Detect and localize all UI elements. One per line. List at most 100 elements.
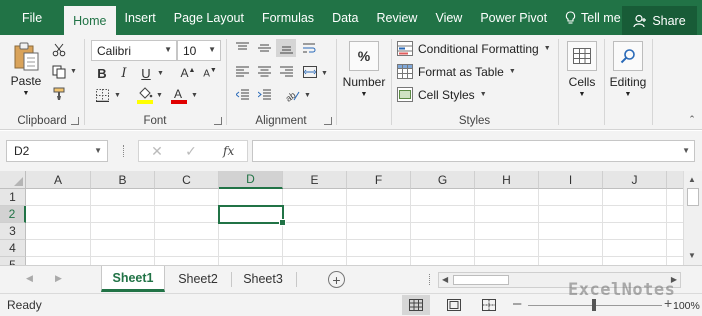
increase-font-button[interactable]: A▲ [179,65,197,81]
alignment-dialog-launcher-icon[interactable] [324,117,332,125]
horizontal-scrollbar[interactable]: ◀ ▶ [438,272,681,288]
tab-formulas[interactable]: Formulas [253,0,323,35]
decrease-indent-button[interactable] [234,88,250,102]
page-layout-view-button[interactable] [440,295,468,315]
sheet-tab-sheet3[interactable]: Sheet3 [232,266,294,292]
column-header-g[interactable]: G [411,171,475,189]
copy-button[interactable] [50,63,68,81]
clipboard-dialog-launcher-icon[interactable] [71,117,79,125]
column-header-i[interactable]: I [539,171,603,189]
select-all-button[interactable] [0,171,26,189]
worksheet-grid[interactable]: A B C D E F G H I J 1 2 3 4 5 [0,171,683,265]
tab-power-pivot[interactable]: Power Pivot [471,0,556,35]
expand-formula-bar-icon[interactable]: ▼ [682,146,690,155]
align-center-button[interactable] [256,65,272,79]
page-break-view-button[interactable] [475,295,503,315]
enter-check-icon[interactable]: ✓ [183,143,199,159]
zoom-level[interactable]: 100% [673,300,700,312]
wrap-text-button[interactable] [302,41,318,55]
formula-bar-resize-handle[interactable] [123,145,126,157]
underline-dropdown-icon[interactable]: ▼ [157,70,164,77]
top-align-button[interactable] [234,41,250,55]
prev-sheet-icon[interactable]: ◀ [26,273,33,284]
font-color-button[interactable]: A [170,86,188,104]
column-header-h[interactable]: H [475,171,539,189]
name-box[interactable]: D2 ▼ [6,140,108,162]
tell-me-search[interactable]: Tell me [556,0,630,35]
column-header-c[interactable]: C [155,171,219,189]
column-header-a[interactable]: A [26,171,91,189]
zoom-in-button[interactable]: + [664,295,672,311]
borders-button[interactable] [94,87,110,103]
scroll-left-icon[interactable]: ◀ [442,275,448,284]
cancel-icon[interactable]: ✕ [149,143,165,159]
borders-dropdown-icon[interactable]: ▼ [114,92,121,99]
cut-button[interactable] [50,41,68,59]
fill-color-button[interactable] [136,86,154,104]
row-header-2[interactable]: 2 [0,206,26,223]
conditional-formatting-button[interactable]: Conditional Formatting ▼ [397,41,551,56]
font-size-combo[interactable]: 10 ▼ [177,40,221,61]
font-dialog-launcher-icon[interactable] [214,117,222,125]
zoom-slider-thumb[interactable] [592,299,596,311]
middle-align-button[interactable] [256,41,272,55]
tab-home[interactable]: Home [64,6,116,35]
paste-button[interactable]: Paste ▼ [8,41,44,97]
tab-review[interactable]: Review [367,0,426,35]
align-left-button[interactable] [234,65,250,79]
zoom-out-button[interactable]: – [513,295,521,312]
font-name-combo[interactable]: Calibri ▼ [91,40,177,61]
scroll-up-icon[interactable]: ▲ [688,175,696,184]
normal-view-button[interactable] [402,295,430,315]
scroll-down-icon[interactable]: ▼ [688,251,696,260]
next-sheet-icon[interactable]: ▶ [55,273,62,284]
tab-page-layout[interactable]: Page Layout [165,0,253,35]
tab-insert[interactable]: Insert [116,0,165,35]
column-header-b[interactable]: B [91,171,155,189]
row-header-5[interactable]: 5 [0,257,26,265]
row-header-1[interactable]: 1 [0,189,26,206]
italic-button[interactable]: I [116,65,132,81]
orientation-dropdown-icon[interactable]: ▼ [304,92,311,99]
merge-dropdown-icon[interactable]: ▼ [321,70,328,77]
bottom-align-button[interactable] [276,39,296,57]
underline-button[interactable]: U [138,65,154,81]
merge-center-button[interactable] [302,65,318,79]
scroll-right-icon[interactable]: ▶ [671,275,677,284]
new-sheet-button[interactable]: + [328,271,345,288]
tab-file[interactable]: File [0,0,64,35]
format-as-table-button[interactable]: Format as Table ▼ [397,64,516,79]
tab-data[interactable]: Data [323,0,367,35]
tab-split-handle[interactable] [429,274,430,285]
vertical-scrollbar[interactable]: ▲ ▼ [683,171,702,265]
bold-button[interactable]: B [94,65,110,81]
column-header-d[interactable]: D [219,171,283,189]
sheet-tab-sheet2[interactable]: Sheet2 [167,266,229,292]
vertical-scroll-thumb[interactable] [687,188,699,206]
decrease-font-button[interactable]: A▼ [201,65,219,81]
row-header-4[interactable]: 4 [0,240,26,257]
column-header-j[interactable]: J [603,171,667,189]
fill-color-dropdown-icon[interactable]: ▼ [156,92,163,99]
share-button[interactable]: Share [622,6,697,35]
column-header-e[interactable]: E [283,171,347,189]
format-painter-button[interactable] [50,85,68,103]
font-color-dropdown-icon[interactable]: ▼ [191,92,198,99]
cells-button[interactable]: Cells ▼ [566,41,598,98]
orientation-button[interactable]: ab [283,87,301,103]
row-header-3[interactable]: 3 [0,223,26,240]
insert-function-icon[interactable]: fx [223,144,234,158]
increase-indent-button[interactable] [256,88,272,102]
collapse-ribbon-button[interactable]: ⌃ [686,113,698,125]
copy-dropdown-icon[interactable]: ▼ [70,68,77,75]
horizontal-scroll-thumb[interactable] [453,275,509,285]
sheet-tab-sheet1[interactable]: Sheet1 [101,266,165,292]
tab-view[interactable]: View [426,0,471,35]
active-cell-d2[interactable] [218,205,286,226]
editing-button[interactable]: Editing ▼ [606,41,650,98]
number-format-button[interactable]: % Number ▼ [340,41,388,98]
cell-styles-button[interactable]: Cell Styles ▼ [397,87,487,102]
formula-input[interactable]: ▼ [252,140,695,162]
column-header-f[interactable]: F [347,171,411,189]
align-right-button[interactable] [278,65,294,79]
